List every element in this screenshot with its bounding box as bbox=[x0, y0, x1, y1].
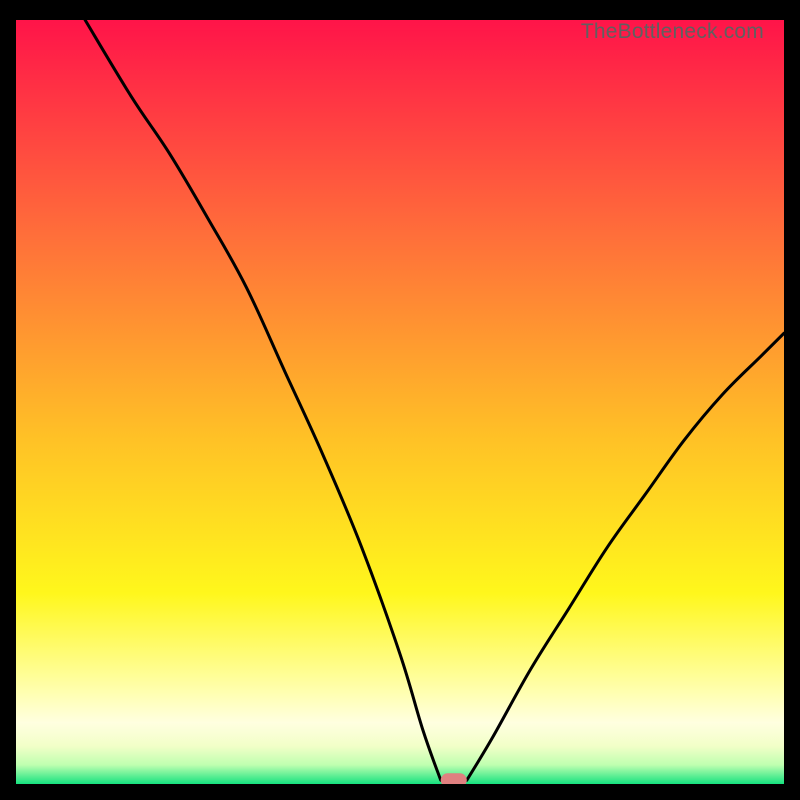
bottleneck-chart bbox=[16, 20, 784, 784]
gradient-background bbox=[16, 20, 784, 784]
watermark-text: TheBottleneck.com bbox=[581, 20, 764, 44]
optimal-point-marker bbox=[441, 773, 467, 784]
chart-frame: TheBottleneck.com bbox=[16, 20, 784, 784]
